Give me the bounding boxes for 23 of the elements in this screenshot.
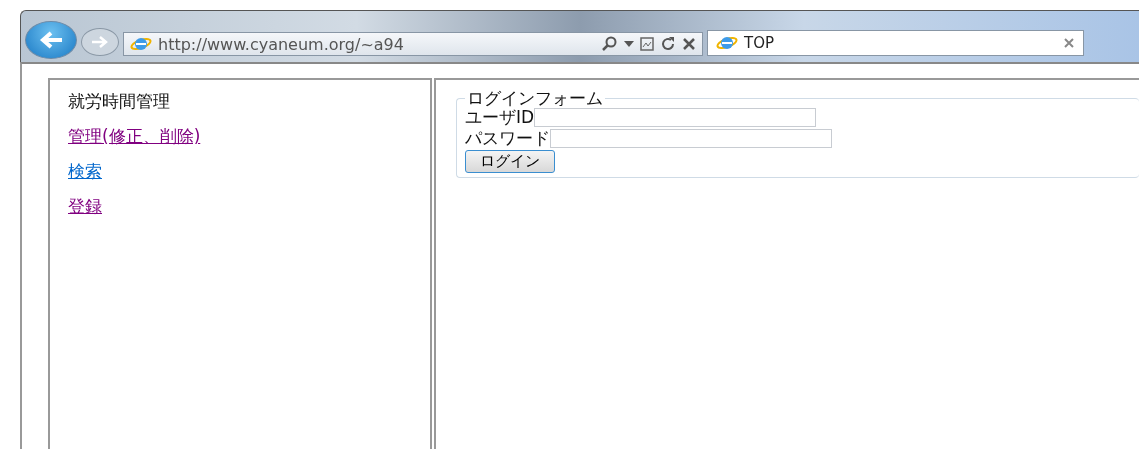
forward-arrow-icon (90, 35, 110, 49)
field-label: ユーザID (465, 107, 535, 129)
search-icon[interactable] (602, 36, 618, 52)
refresh-icon[interactable] (660, 36, 676, 52)
browser-logo-icon (716, 34, 738, 52)
nav-link[interactable]: 登録 (68, 195, 102, 218)
input-field[interactable] (550, 129, 832, 148)
input-field[interactable] (534, 108, 817, 127)
fieldset-legend: ログインフォーム (465, 90, 605, 107)
sidebar-title: 就労時間管理 (68, 90, 171, 113)
back-arrow-icon (38, 30, 64, 50)
field-label: パスワード (465, 127, 550, 150)
browser-tab[interactable]: TOP (707, 30, 1084, 56)
forward-button[interactable] (81, 28, 119, 56)
browser-logo-icon (130, 35, 152, 53)
close-icon[interactable] (1063, 37, 1075, 49)
close-icon[interactable] (682, 37, 696, 51)
login-button[interactable]: ログイン (465, 150, 555, 173)
address-bar[interactable]: http://www.cyaneum.org/~a94 (123, 32, 703, 56)
nav-link[interactable]: 検索 (68, 160, 102, 183)
back-button[interactable] (25, 21, 77, 59)
nav-link[interactable]: 管理(修正、削除) (68, 125, 201, 148)
dropdown-icon[interactable] (624, 41, 634, 47)
